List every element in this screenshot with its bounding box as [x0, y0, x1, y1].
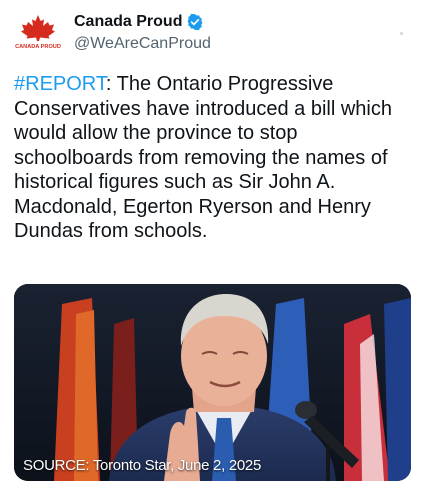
tweet-text: #REPORT: The Ontario Progressive Conserv…: [14, 72, 414, 244]
maple-leaf-icon: CANADA PROUD: [15, 15, 61, 50]
display-name[interactable]: Canada Proud: [74, 13, 182, 31]
tweet-body: : The Ontario Progressive Conservatives …: [14, 73, 392, 242]
name-row: Canada Proud: [74, 13, 204, 31]
avatar[interactable]: CANADA PROUD: [14, 10, 62, 58]
avatar-text: CANADA PROUD: [15, 44, 61, 50]
tweet-header: CANADA PROUD Canada Proud @WeAreCanProud: [0, 0, 425, 70]
user-handle[interactable]: @WeAreCanProud: [74, 35, 211, 53]
tweet-media-image[interactable]: SOURCE: Toronto Star, June 2, 2025: [14, 284, 411, 481]
media-source-caption: SOURCE: Toronto Star, June 2, 2025: [23, 457, 261, 474]
verified-badge-icon: [187, 13, 203, 31]
press-conference-photo: [14, 284, 411, 481]
more-options-icon[interactable]: [400, 32, 403, 35]
hashtag-link[interactable]: #REPORT: [14, 73, 106, 95]
